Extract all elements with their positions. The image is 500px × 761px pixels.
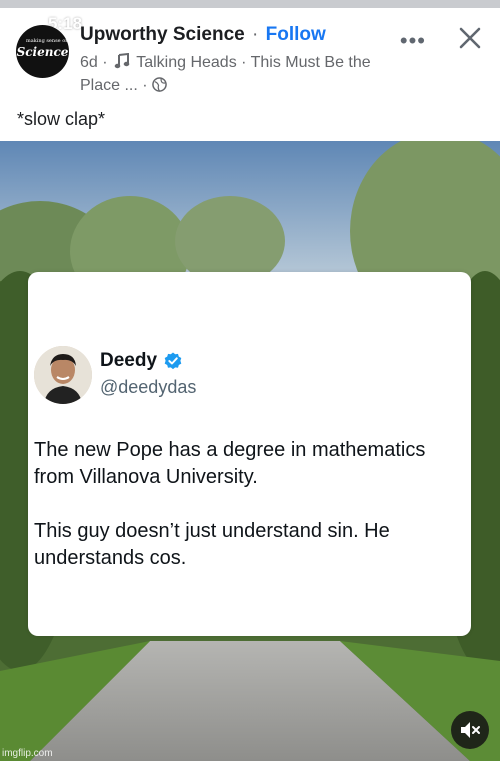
verified-badge-icon — [164, 352, 182, 370]
page-logo-text: Science — [16, 44, 69, 59]
post-meta: 6d · Talking Heads · This Must Be the Pl… — [80, 51, 380, 97]
globe-icon[interactable] — [152, 77, 167, 92]
tweet-card: Deedy @deedydas The new Pope has a degre… — [28, 272, 471, 636]
speaker-muted-icon — [461, 722, 480, 738]
music-note-icon — [114, 53, 130, 69]
tweet-paragraph-2: This guy doesn’t just understand sin. He… — [34, 520, 390, 569]
tweet-text: The new Pope has a degree in mathematics… — [34, 437, 464, 599]
close-icon[interactable] — [456, 24, 484, 52]
header-separator: · — [252, 24, 259, 45]
more-options-icon[interactable]: ••• — [400, 28, 426, 54]
top-bar — [0, 0, 500, 8]
tweet-author-name: Deedy — [100, 350, 158, 371]
tweet-paragraph-1: The new Pope has a degree in mathematics… — [34, 439, 426, 488]
page-avatar[interactable]: making sense of Science — [16, 25, 69, 78]
mute-button[interactable] — [451, 711, 489, 749]
follow-button[interactable]: Follow — [266, 24, 326, 45]
page-name-link[interactable]: Upworthy Science — [80, 24, 245, 45]
page-logo-tagline: making sense of — [26, 38, 68, 44]
video-player[interactable]: Deedy @deedydas The new Pope has a degre… — [0, 141, 500, 761]
post-caption: *slow clap* — [17, 109, 106, 129]
audience-separator: · — [142, 77, 148, 94]
post-age: 6d — [80, 54, 98, 71]
song-separator: · — [241, 54, 247, 71]
watermark-text: imgflip.com — [2, 748, 53, 759]
tweet-author-handle: @deedydas — [100, 377, 197, 397]
meta-separator: · — [102, 54, 108, 71]
post-header-title: Upworthy Science · Follow — [80, 24, 326, 46]
tweet-avatar — [34, 346, 92, 404]
song-artist[interactable]: Talking Heads — [136, 54, 237, 71]
